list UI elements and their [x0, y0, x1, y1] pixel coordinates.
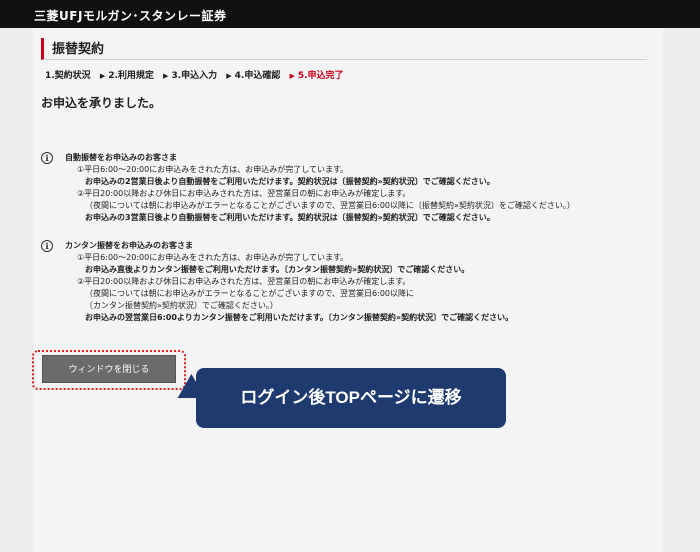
step-indicator: 1.契約状況 ▶ 2.利用規定 ▶ 3.申込入力 ▶ 4.申込確認 ▶ 5.申込完了: [45, 68, 350, 81]
auto-line-1: ①平日6:00～20:00にお申込みをされた方は、お申込みが完了しています。: [77, 165, 349, 174]
step-arrow-icon: ▶: [99, 72, 106, 80]
step-3: 3.申込入力: [171, 71, 218, 81]
step-arrow-icon: ▶: [289, 72, 295, 80]
page-title: 振替契約: [41, 38, 647, 60]
annotation-callout: ログイン後TOPページに遷移: [196, 368, 506, 428]
kantan-line-2: お申込み直後よりカンタン振替をご利用いただけます。〔カンタン振替契約»契約状況〕…: [85, 265, 470, 274]
step-5-current: 5.申込完了: [297, 71, 344, 81]
auto-transfer-title: 自動振替をお申込みのお客さま: [65, 153, 177, 162]
kantan-line-3: ②平日20:00以降および休日にお申込みされた方は、翌営業日の朝にお申込みが確定…: [77, 277, 411, 286]
kantan-line-6: お申込みの翌営業日6:00よりカンタン振替をご利用いただけます。〔カンタン振替契…: [85, 313, 514, 322]
step-arrow-icon: ▶: [226, 72, 232, 80]
brand-header: 三菱UFJモルガン･スタンレー証券: [0, 0, 700, 28]
step-2: 2.利用規定: [108, 71, 154, 81]
kantan-line-5: 〔カンタン振替契約»契約状況〕でご確認ください。）: [85, 301, 278, 310]
info-icon: i: [41, 152, 53, 164]
info-icon: i: [41, 240, 53, 252]
auto-line-5: お申込みの3営業日後より自動振替をご利用いただけます。契約状況は〔振替契約»契約…: [85, 213, 495, 222]
kantan-line-1: ①平日6:00～20:00にお申込みをされた方は、お申込みが完了しています。: [77, 253, 349, 262]
kantan-line-4: （夜間については朝にお申込みがエラーとなることがございますので、翌営業日6:00…: [85, 289, 415, 298]
step-4: 4.申込確認: [234, 71, 281, 81]
auto-line-2: お申込みの2営業日後より自動振替をご利用いただけます。契約状況は〔振替契約»契約…: [85, 177, 495, 186]
kantan-transfer-title: カンタン振替をお申込みのお客さま: [65, 241, 193, 250]
main-panel: 振替契約 1.契約状況 ▶ 2.利用規定 ▶ 3.申込入力 ▶ 4.申込確認 ▶ 5.申…: [33, 28, 663, 552]
step-1: 1.契約状況: [45, 71, 91, 81]
auto-line-3: ②平日20:00以降および休日にお申込みされた方は、翌営業日の朝にお申込みが確定…: [77, 189, 411, 198]
auto-line-4: （夜間については朝にお申込みがエラーとなることがございますので、翌営業日6:00…: [85, 201, 575, 210]
auto-transfer-section: i 自動振替をお申込みのお客さま ①平日6:00～20:00にお申込みをされた方…: [41, 152, 661, 232]
kantan-transfer-section: i カンタン振替をお申込みのお客さま ①平日6:00～20:00にお申込みをされ…: [41, 240, 661, 336]
close-window-button[interactable]: ウィンドウを閉じる: [42, 355, 176, 383]
completion-message: お申込を承りました。: [41, 96, 162, 110]
step-arrow-icon: ▶: [163, 72, 169, 80]
